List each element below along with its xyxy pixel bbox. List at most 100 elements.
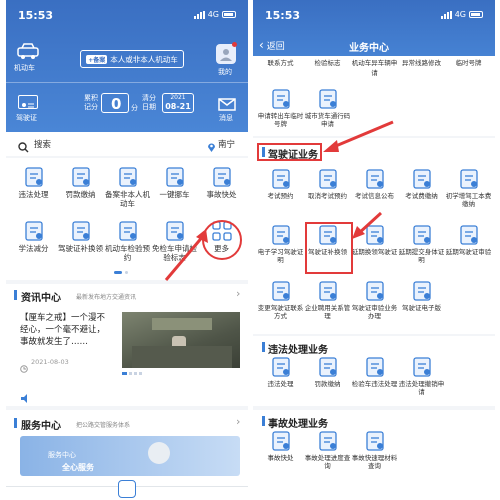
news-image[interactable] bbox=[122, 312, 240, 368]
grid-item-label: 驾驶证审验业务办理 bbox=[351, 304, 398, 320]
grid-item[interactable]: 取消考试预约 bbox=[304, 168, 351, 200]
partial-item-label[interactable]: 机动车异车辆申请 bbox=[351, 58, 398, 78]
grid-item-label: 变更驾驶证联系方式 bbox=[257, 304, 304, 320]
license-replace-icon bbox=[70, 220, 92, 242]
car-icon bbox=[17, 43, 39, 59]
grid-item[interactable]: 电子学习驾驶证明 bbox=[257, 224, 304, 264]
grid-item[interactable]: 违法处理 bbox=[257, 356, 304, 388]
news-dots bbox=[122, 372, 142, 375]
grid-item-label: 事故快速理材料查询 bbox=[351, 454, 398, 470]
grid-item-label: 事故快处 bbox=[206, 190, 237, 199]
grid-item-label: 罚款缴纳 bbox=[314, 380, 341, 388]
signal-icon bbox=[193, 10, 205, 19]
grid-item[interactable]: 事故快处 bbox=[198, 166, 245, 199]
grid-item[interactable]: 检验车违法处理 bbox=[351, 356, 398, 388]
highlight-box-license-replace bbox=[305, 222, 353, 274]
mine-label: 我的 bbox=[218, 68, 232, 76]
grid-item[interactable]: 延期驾驶证审验 bbox=[445, 224, 492, 256]
grid-item-label: 驾驶证补换领 bbox=[58, 244, 103, 253]
grid-item-label: 违法处理撤销申请 bbox=[398, 380, 445, 396]
grid-item[interactable]: 罚款缴纳 bbox=[57, 166, 104, 199]
motor-vehicle-button[interactable] bbox=[16, 42, 40, 60]
city-selector[interactable]: 南宁 bbox=[218, 138, 235, 150]
grid-item[interactable]: 申请转出车临时号牌 bbox=[257, 88, 304, 128]
move-car-icon bbox=[164, 166, 186, 188]
grid-item-label: 事故快处 bbox=[267, 454, 294, 462]
grid-item[interactable]: 驾驶证电子版 bbox=[398, 280, 445, 312]
grid-item-label: 违法处理 bbox=[18, 190, 49, 199]
progress-icon bbox=[317, 430, 339, 452]
grid-item[interactable]: 学法减分 bbox=[10, 220, 57, 253]
search-icon bbox=[18, 138, 29, 157]
partial-item-label[interactable]: 异常线路修改 bbox=[398, 58, 445, 68]
grid-item[interactable]: 事故快处 bbox=[257, 430, 304, 462]
e-study-icon bbox=[270, 224, 292, 246]
temp-plate-icon bbox=[270, 88, 292, 110]
arrow-annotation bbox=[323, 120, 394, 152]
grid-item[interactable]: 考试信息公布 bbox=[351, 168, 398, 200]
license-section-title: 驾驶证业务 bbox=[268, 150, 318, 161]
fine-icon bbox=[70, 166, 92, 188]
e-license-icon bbox=[411, 280, 433, 302]
news-headline[interactable]: 【厘车之戒】一个漫不经心，一个毫不避让，事故就发生了…… bbox=[20, 312, 112, 348]
back-button[interactable]: ‹ 返回 bbox=[259, 38, 285, 52]
search-input[interactable]: 搜索 bbox=[34, 138, 51, 150]
chevron-right-icon[interactable]: › bbox=[236, 287, 240, 300]
grid-item[interactable]: 机动车检验预约 bbox=[104, 220, 151, 262]
grid-item[interactable]: 考试费缴纳 bbox=[398, 168, 445, 200]
partial-item-label[interactable]: 检验标志 bbox=[304, 58, 351, 68]
grid-item-label: 申请转出车临时号牌 bbox=[257, 112, 304, 128]
grid-item[interactable]: 延期提交身体证明 bbox=[398, 224, 445, 264]
grid-item-label: 考试费缴纳 bbox=[405, 192, 438, 200]
speaker-icon bbox=[20, 388, 30, 407]
section-bar bbox=[14, 418, 17, 428]
grid-item[interactable]: 事故快速理材料查询 bbox=[351, 430, 398, 470]
grid-item-label: 学法减分 bbox=[18, 244, 49, 253]
grid-item[interactable]: 违法处理 bbox=[10, 166, 57, 199]
grid-item[interactable]: 初学增驾工本费缴纳 bbox=[445, 168, 492, 208]
grid-item[interactable]: 违法处理撤销申请 bbox=[398, 356, 445, 396]
status-time: 15:53 bbox=[265, 9, 301, 22]
exam-info-icon bbox=[364, 168, 386, 190]
avatar[interactable] bbox=[216, 44, 236, 64]
grid-item[interactable]: 企业聘用关系管理 bbox=[304, 280, 351, 320]
material-icon bbox=[364, 430, 386, 452]
partial-item-label[interactable]: 临时号牌 bbox=[445, 58, 492, 68]
cancel-exam-icon bbox=[317, 168, 339, 190]
page-indicator bbox=[114, 271, 134, 274]
header-divider bbox=[6, 82, 248, 83]
grid-item-label: 延期提交身体证明 bbox=[398, 248, 445, 264]
grid-item[interactable]: 备案非本人机动车 bbox=[104, 166, 151, 208]
grid-item-label: 电子学习驾驶证明 bbox=[257, 248, 304, 264]
score-unit: 分 bbox=[131, 104, 138, 112]
message-label: 消息 bbox=[219, 114, 233, 122]
clear-date-box: 2021 08-21 bbox=[162, 93, 194, 113]
grid-item[interactable]: 事故处理进度查询 bbox=[304, 430, 351, 470]
accident-icon bbox=[270, 430, 292, 452]
battery-icon bbox=[222, 11, 236, 18]
grid-item-label: 驾驶证电子版 bbox=[402, 304, 441, 312]
service-center-banner[interactable]: 服务中心 全心服务 bbox=[20, 436, 240, 476]
register-plate-button[interactable]: +备案 本人或非本人机动车 bbox=[80, 50, 184, 68]
grid-item-label: 企业聘用关系管理 bbox=[304, 304, 351, 320]
license-button[interactable] bbox=[18, 95, 38, 109]
grid-item-label: 延期换领驾驶证 bbox=[351, 248, 398, 256]
location-icon bbox=[207, 138, 216, 157]
grid-item[interactable]: 变更驾驶证联系方式 bbox=[257, 280, 304, 320]
bottom-tab-bar bbox=[6, 480, 248, 500]
status-time: 15:53 bbox=[18, 9, 54, 22]
partial-item-label[interactable]: 联系方式 bbox=[257, 58, 304, 68]
enterprise-icon bbox=[317, 280, 339, 302]
score-label: 累积 记分 bbox=[84, 94, 98, 111]
chevron-right-icon[interactable]: › bbox=[236, 415, 240, 428]
audit-icon bbox=[458, 224, 480, 246]
grid-item[interactable]: 驾驶证审验业务办理 bbox=[351, 280, 398, 320]
audit-process-icon bbox=[364, 280, 386, 302]
scan-icon[interactable] bbox=[118, 480, 136, 498]
grid-item[interactable]: 一键挪车 bbox=[151, 166, 198, 199]
grid-item[interactable]: 驾驶证补换领 bbox=[57, 220, 104, 253]
accident-icon bbox=[211, 166, 233, 188]
grid-item-label: 检验车违法处理 bbox=[351, 380, 398, 388]
grid-item[interactable]: 考试预约 bbox=[257, 168, 304, 200]
grid-item[interactable]: 罚款缴纳 bbox=[304, 356, 351, 388]
